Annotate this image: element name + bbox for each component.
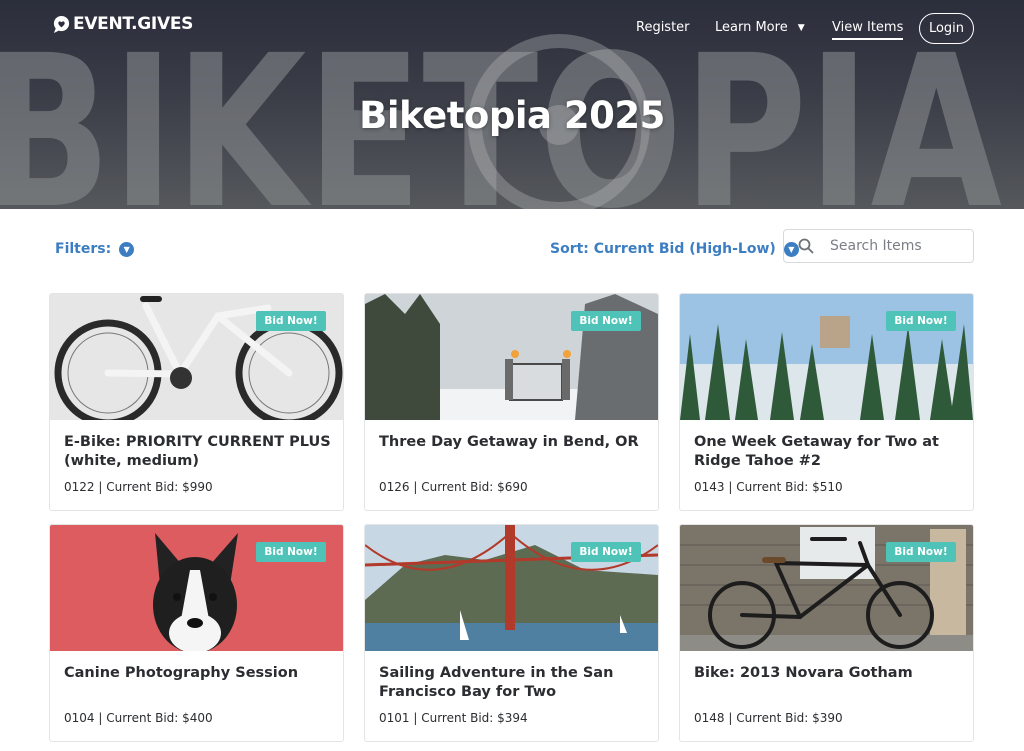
item-title[interactable]: Sailing Adventure in the San Francisco B… [379, 664, 647, 702]
item-card[interactable]: Bid Now! Canine Photography Session 0104… [49, 524, 344, 742]
item-card[interactable]: Bid Now! One Week Getaway for Two at Rid… [679, 293, 974, 511]
item-image-boston-terrier[interactable]: Bid Now! [50, 525, 343, 651]
search-box [783, 229, 974, 263]
item-title[interactable]: E-Bike: PRIORITY CURRENT PLUS (white, me… [64, 433, 332, 471]
item-meta: 0122 | Current Bid: $990 [64, 480, 213, 494]
items-toolbar: Filters: ▼ Sort: Current Bid (High-Low) … [0, 209, 1024, 293]
item-meta: 0143 | Current Bid: $510 [694, 480, 843, 494]
nav-learn-more-dropdown[interactable]: Learn More ▼ [715, 20, 805, 35]
item-meta: 0148 | Current Bid: $390 [694, 711, 843, 725]
item-meta: 0101 | Current Bid: $394 [379, 711, 528, 725]
item-image-snowy-gate[interactable]: Bid Now! [365, 294, 658, 420]
item-title[interactable]: Three Day Getaway in Bend, OR [379, 433, 647, 452]
caret-down-icon: ▼ [797, 22, 805, 33]
search-icon [798, 238, 814, 254]
filters-label: Filters: [55, 241, 112, 257]
item-title[interactable]: Canine Photography Session [64, 664, 332, 683]
sort-dropdown[interactable]: Sort: Current Bid (High-Low) ▼ [550, 241, 799, 257]
item-image-golden-gate[interactable]: Bid Now! [365, 525, 658, 651]
item-meta: 0104 | Current Bid: $400 [64, 711, 213, 725]
nav-view-items-link[interactable]: View Items [832, 20, 904, 40]
top-navigation: EVENT.GIVES Register Learn More ▼ View I… [0, 0, 1024, 58]
item-card[interactable]: Bid Now! Three Day Getaway in Bend, OR 0… [364, 293, 659, 511]
item-title[interactable]: One Week Getaway for Two at Ridge Tahoe … [694, 433, 962, 471]
nav-register-link[interactable]: Register [636, 20, 690, 35]
item-image-tahoe-resort[interactable]: Bid Now! [680, 294, 973, 420]
nav-learn-more-label: Learn More [715, 20, 788, 35]
item-card[interactable]: Bid Now! Sailing Adventure in the San Fr… [364, 524, 659, 742]
login-button[interactable]: Login [919, 13, 974, 44]
bid-now-badge[interactable]: Bid Now! [256, 542, 326, 562]
filters-dropdown[interactable]: Filters: ▼ [55, 241, 135, 257]
item-image-white-ebike[interactable]: Bid Now! [50, 294, 343, 420]
chevron-down-icon: ▼ [119, 241, 135, 257]
bid-now-badge[interactable]: Bid Now! [256, 311, 326, 331]
item-card[interactable]: Bid Now! Bike: 2013 Novara Gotham 0148 |… [679, 524, 974, 742]
chat-bubble-logo-icon [53, 15, 70, 33]
event-title: Biketopia 2025 [359, 94, 665, 137]
bid-now-badge[interactable]: Bid Now! [886, 542, 956, 562]
item-title[interactable]: Bike: 2013 Novara Gotham [694, 664, 962, 683]
item-meta: 0126 | Current Bid: $690 [379, 480, 528, 494]
bid-now-badge[interactable]: Bid Now! [571, 542, 641, 562]
hero-banner: BIKETOPIA EVENT.GIVES Register Learn Mor… [0, 0, 1024, 209]
brand-name: EVENT.GIVES [73, 14, 194, 34]
bid-now-badge[interactable]: Bid Now! [571, 311, 641, 331]
item-image-black-bike[interactable]: Bid Now! [680, 525, 973, 651]
search-input[interactable] [830, 238, 970, 254]
brand-logo[interactable]: EVENT.GIVES [52, 14, 193, 34]
sort-label: Sort: Current Bid (High-Low) [550, 241, 776, 257]
item-card[interactable]: Bid Now! E-Bike: PRIORITY CURRENT PLUS (… [49, 293, 344, 511]
bid-now-badge[interactable]: Bid Now! [886, 311, 956, 331]
